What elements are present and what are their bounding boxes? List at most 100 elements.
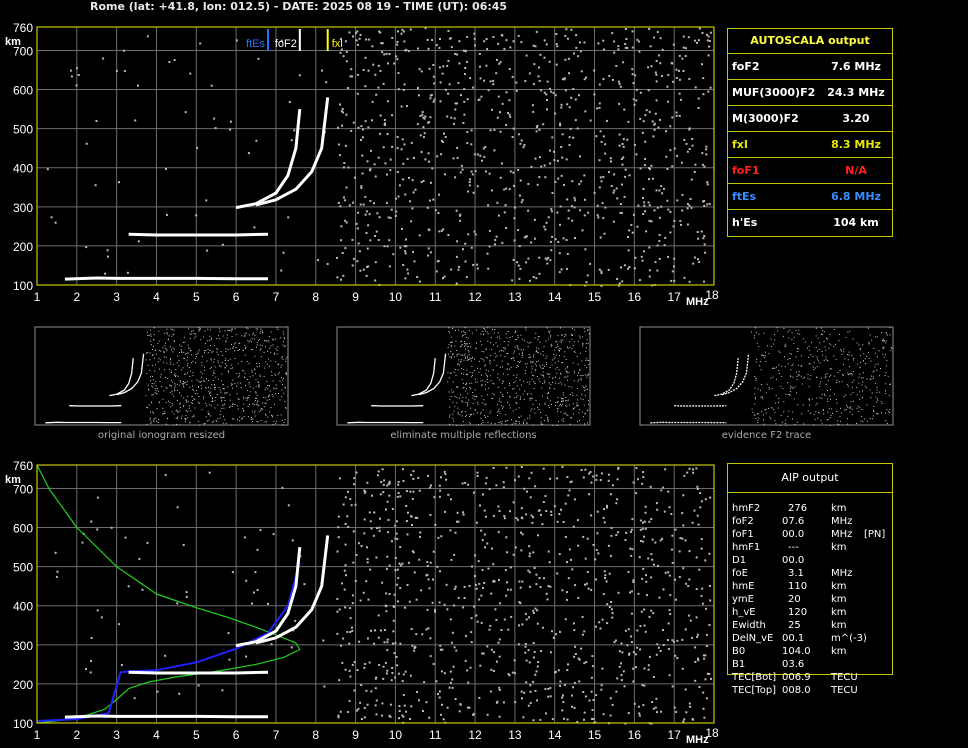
thumbnail-noise-point xyxy=(808,349,810,351)
noise-point xyxy=(534,45,537,48)
noise-point xyxy=(696,635,699,638)
noise-point xyxy=(584,248,587,251)
thumbnail-noise-point xyxy=(190,350,192,352)
noise-point xyxy=(290,646,293,649)
thumbnail-noise-point xyxy=(574,351,576,353)
thumbnail-noise-point xyxy=(584,394,586,396)
noise-point xyxy=(681,209,684,212)
noise-point xyxy=(272,533,275,536)
thumbnail-noise-point xyxy=(546,362,547,364)
thumbnail-noise-point xyxy=(564,376,566,378)
thumbnail-noise-point xyxy=(549,330,551,332)
noise-point xyxy=(383,479,386,482)
thumbnail-noise-point xyxy=(808,404,810,406)
thumbnail-noise-point xyxy=(277,414,279,416)
noise-point xyxy=(95,120,98,122)
thumbnail-noise-point xyxy=(201,373,203,375)
thumbnail-noise-point xyxy=(243,370,245,372)
thumbnail-noise-point xyxy=(775,423,777,425)
thumbnail-noise-point xyxy=(181,352,183,353)
thumbnail-noise-point xyxy=(778,350,780,352)
noise-point xyxy=(475,521,478,524)
noise-point xyxy=(348,642,351,645)
autoscala-label: foF1 xyxy=(732,164,760,177)
noise-point xyxy=(708,672,711,675)
noise-point xyxy=(688,467,691,470)
noise-point xyxy=(235,39,238,42)
thumbnail-noise-point xyxy=(282,384,283,385)
aip-row: foF2 07.6 MHz xyxy=(728,515,892,528)
thumbnail-noise-point xyxy=(543,376,545,378)
x-tick-label: 15 xyxy=(588,290,602,304)
noise-point xyxy=(355,39,358,42)
thumbnail-noise-point xyxy=(779,351,781,353)
thumbnail-noise-point xyxy=(148,389,150,391)
thumbnail-noise-point xyxy=(465,343,467,345)
noise-point xyxy=(660,75,663,77)
aip-label: ymE xyxy=(732,594,754,605)
thumbnail-noise-point xyxy=(493,359,495,361)
noise-point xyxy=(464,242,467,245)
noise-point xyxy=(406,268,409,271)
noise-point xyxy=(468,584,471,587)
thumbnail-noise-point xyxy=(792,376,794,378)
noise-point xyxy=(662,588,665,591)
thumbnail-noise-point xyxy=(275,374,277,376)
thumbnail-noise-point xyxy=(549,387,551,389)
thumbnail-noise-point xyxy=(267,350,269,352)
thumbnail-noise-point xyxy=(852,400,854,402)
thumbnail-noise-point xyxy=(869,389,871,391)
thumbnail-noise-point xyxy=(891,348,893,349)
noise-point xyxy=(573,706,576,709)
thumbnail-noise-point xyxy=(222,335,224,337)
noise-point xyxy=(470,641,473,644)
thumbnail-noise-point xyxy=(282,331,284,333)
noise-point xyxy=(583,41,586,44)
thumbnail-noise-point xyxy=(775,366,777,368)
noise-point xyxy=(700,500,703,503)
thumbnail-noise-point xyxy=(219,389,221,391)
noise-point xyxy=(572,622,575,625)
thumbnail-noise-point xyxy=(251,338,253,340)
thumbnail-noise-point xyxy=(791,365,793,366)
noise-point xyxy=(410,705,413,708)
noise-point xyxy=(639,117,642,120)
thumbnail-noise-point xyxy=(162,347,164,349)
noise-point xyxy=(581,615,584,618)
noise-point xyxy=(511,279,514,282)
aip-value: --- xyxy=(788,542,799,553)
noise-point xyxy=(549,240,552,243)
thumbnail-noise-point xyxy=(518,417,520,419)
noise-point xyxy=(701,152,704,155)
thumbnail-noise-point xyxy=(229,358,231,360)
noise-point xyxy=(350,68,353,71)
thumbnail-noise-point xyxy=(849,366,850,367)
noise-point xyxy=(503,515,506,518)
noise-point xyxy=(515,81,518,84)
thumbnail-noise-point xyxy=(853,357,855,359)
thumbnail-noise-point xyxy=(520,349,522,351)
thumbnail-noise-point xyxy=(483,360,485,362)
thumbnail-noise-point xyxy=(150,380,152,381)
thumbnail-noise-point xyxy=(877,356,878,358)
noise-point xyxy=(632,651,635,654)
noise-point xyxy=(444,473,447,476)
noise-point xyxy=(688,550,691,553)
thumbnail-noise-point xyxy=(211,359,213,361)
thumbnail-noise-point xyxy=(761,384,762,385)
noise-point xyxy=(379,31,382,34)
thumbnail-noise-point xyxy=(272,423,274,425)
thumbnail-noise-point xyxy=(489,412,491,414)
noise-point xyxy=(495,701,498,704)
thumbnail-noise-point xyxy=(565,376,567,378)
noise-point xyxy=(647,664,650,667)
thumbnail-noise-point xyxy=(253,332,255,334)
noise-point xyxy=(444,173,446,176)
thumbnail-noise-point xyxy=(544,380,546,382)
noise-point xyxy=(533,63,536,66)
noise-point xyxy=(255,139,258,142)
noise-point xyxy=(199,42,202,45)
thumbnail-noise-point xyxy=(185,399,187,401)
noise-point xyxy=(448,83,451,86)
noise-point xyxy=(456,156,459,159)
